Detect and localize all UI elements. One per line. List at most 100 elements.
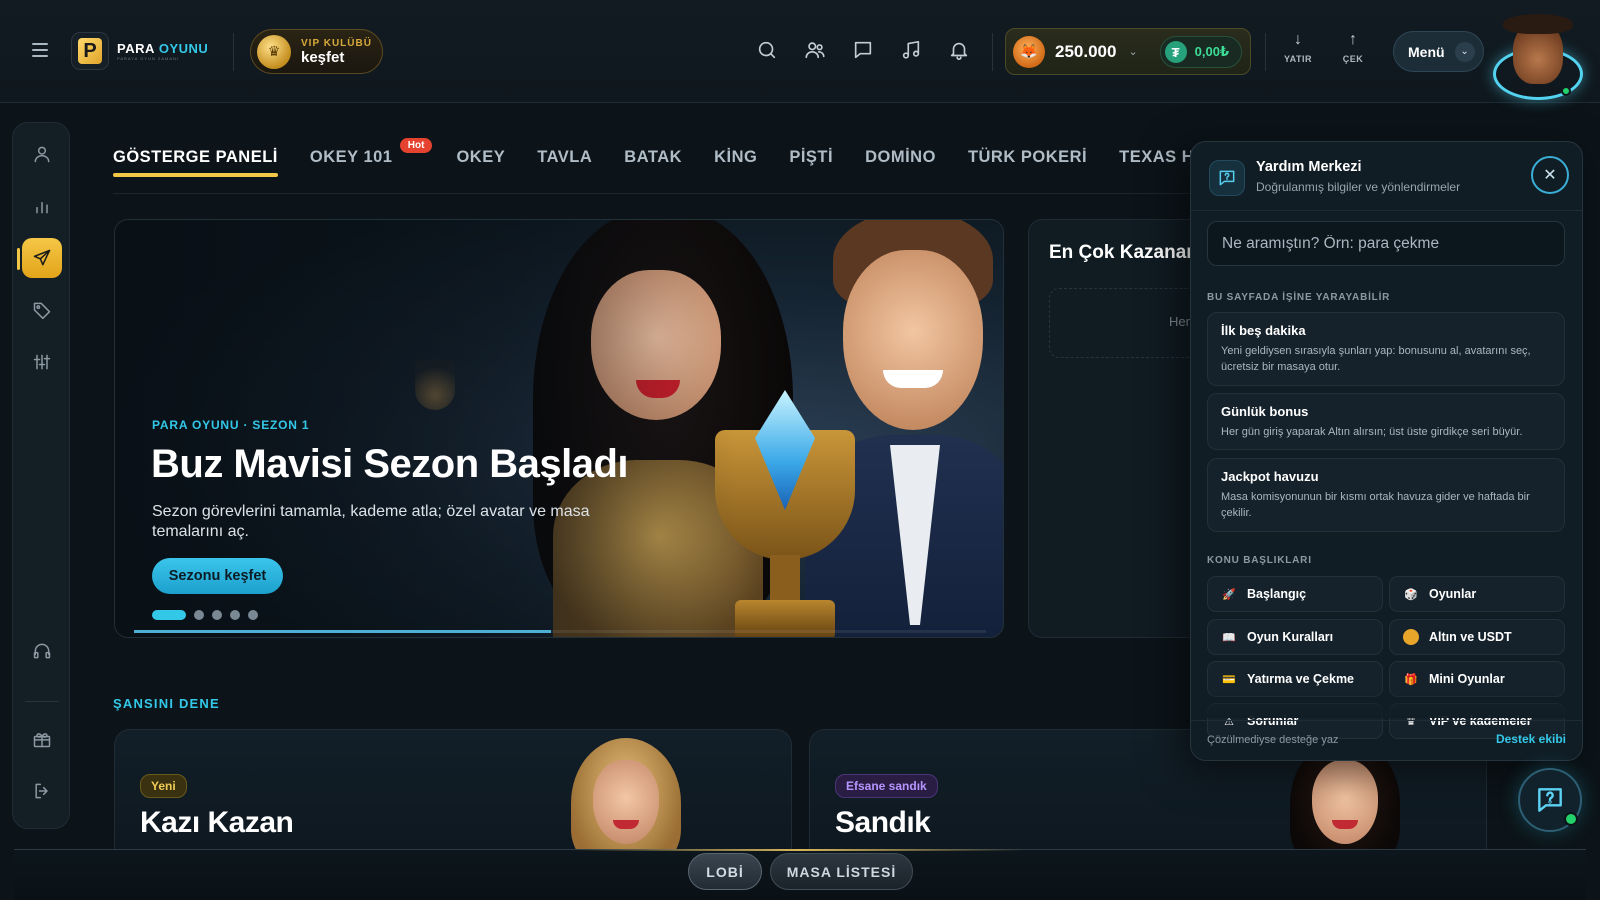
scratch-card-game-card[interactable]: Yeni Kazı Kazan	[114, 729, 792, 849]
sidebar-item-tags[interactable]	[22, 290, 62, 330]
explore-season-button[interactable]: Sezonu keşfet	[152, 558, 283, 594]
tip-card[interactable]: Günlük bonus Her gün giriş yaparak Altın…	[1207, 393, 1565, 450]
tab-batak[interactable]: BATAK	[624, 148, 682, 177]
blonde-woman-portrait	[571, 738, 681, 849]
crown-icon: ♛	[257, 34, 291, 69]
top-winners-title: En Çok Kazananlar	[1049, 242, 1198, 263]
tip-description: Masa komisyonunun bir kısmı ortak havuza…	[1221, 491, 1530, 519]
menu-button[interactable]: Menü ⌄	[1393, 31, 1484, 72]
coin-balance: 250.000	[1055, 41, 1117, 61]
carousel-dot[interactable]	[230, 610, 240, 620]
topic-game-rules[interactable]: 📖 Oyun Kuralları	[1207, 619, 1383, 655]
tip-description: Yeni geldiysen sırasıyla şunları yap: bo…	[1221, 345, 1531, 373]
help-search-input[interactable]	[1207, 221, 1565, 266]
header-divider	[233, 33, 234, 71]
brand-logo[interactable]: P PARA OYUNU PARAYA OYUN ZAMANI	[71, 32, 208, 70]
tip-title: Günlük bonus	[1221, 404, 1309, 419]
tip-title: Jackpot havuzu	[1221, 469, 1319, 484]
logout-icon	[35, 783, 48, 799]
legendary-chest-badge: Efsane sandık	[835, 774, 938, 798]
headphones-icon	[33, 643, 51, 659]
new-badge: Yeni	[140, 774, 187, 798]
withdraw-button[interactable]: ↑ ÇEK	[1331, 31, 1375, 65]
topic-getting-started[interactable]: 🚀 Başlangıç	[1207, 576, 1383, 612]
deposit-button[interactable]: ↓ YATIR	[1276, 32, 1320, 65]
tag-icon	[33, 302, 51, 320]
card-icon: 💳	[1222, 673, 1236, 686]
bell-icon[interactable]	[945, 36, 973, 64]
vip-club-action: keşfet	[301, 48, 345, 66]
sidebar-item-profile[interactable]	[22, 134, 62, 174]
sidebar-item-stats[interactable]	[22, 186, 62, 226]
sidebar-item-support[interactable]	[22, 631, 62, 671]
tab-okey-101[interactable]: OKEY 101 Hot	[310, 138, 433, 177]
support-team-link[interactable]: Destek ekibi	[1496, 732, 1566, 746]
help-center-panel: Yardım Merkezi Doğrulanmış bilgiler ve y…	[1190, 141, 1583, 761]
friends-icon[interactable]	[801, 36, 829, 64]
carousel-dot[interactable]	[152, 610, 186, 620]
hamburger-menu-icon[interactable]	[27, 37, 53, 63]
tab-okey[interactable]: OKEY	[456, 148, 505, 177]
carousel-progress	[134, 630, 986, 633]
usdt-balance[interactable]: ₮ 0,00₺	[1159, 36, 1242, 68]
bar-chart-icon	[36, 201, 48, 214]
hero-banner[interactable]: PARA OYUNU · SEZON 1 Buz Mavisi Sezon Ba…	[114, 219, 1004, 638]
help-chat-button[interactable]	[1518, 768, 1582, 832]
brand-name-part2: OYUNU	[158, 41, 209, 56]
help-title: Yardım Merkezi	[1256, 159, 1362, 175]
paper-plane-icon	[33, 249, 51, 266]
carousel-dots	[152, 610, 258, 620]
tab-king[interactable]: KİNG	[714, 148, 757, 177]
hot-badge: Hot	[399, 138, 433, 153]
gift-icon: 🎁	[1404, 673, 1418, 686]
help-chat-icon	[1538, 788, 1562, 812]
gift-icon	[33, 733, 51, 748]
sidebar-item-logout[interactable]	[22, 771, 62, 811]
lobby-button[interactable]: LOBİ	[688, 853, 762, 890]
hero-description: Sezon görevlerini tamamla, kademe atla; …	[152, 503, 590, 540]
online-status-indicator	[1564, 812, 1578, 826]
usdt-amount: 0,00₺	[1194, 44, 1229, 59]
tip-title: İlk beş dakika	[1221, 323, 1306, 338]
logo-mark-icon: P	[71, 32, 109, 70]
top-header: P PARA OYUNU PARAYA OYUN ZAMANI ♛ VIP KUL…	[0, 0, 1600, 103]
online-status-indicator	[1561, 86, 1571, 96]
table-list-button[interactable]: MASA LİSTESİ	[770, 853, 913, 890]
tab-pisti[interactable]: PİŞTİ	[789, 148, 833, 177]
tip-card[interactable]: Jackpot havuzu Masa komisyonunun bir kıs…	[1207, 458, 1565, 532]
hero-kicker: PARA OYUNU · SEZON 1	[152, 418, 310, 432]
topic-gold-usdt[interactable]: Altın ve USDT	[1389, 619, 1565, 655]
tab-dashboard[interactable]: GÖSTERGE PANELİ	[113, 148, 278, 177]
search-icon[interactable]	[753, 36, 781, 64]
chest-title: Sandık	[835, 806, 931, 839]
carousel-dot[interactable]	[212, 610, 222, 620]
vip-club-label: VIP KULÜBÜ	[301, 37, 372, 49]
scratch-card-title: Kazı Kazan	[140, 806, 294, 839]
arrow-up-icon: ↑	[1349, 31, 1357, 48]
tip-card[interactable]: İlk beş dakika Yeni geldiysen sırasıyla …	[1207, 312, 1565, 386]
vip-club-button[interactable]: ♛ VIP KULÜBÜ keşfet	[250, 29, 383, 74]
carousel-dot[interactable]	[248, 610, 258, 620]
tab-turk-pokeri[interactable]: TÜRK POKERİ	[968, 148, 1087, 177]
withdraw-label: ÇEK	[1342, 54, 1364, 64]
tab-domino[interactable]: DOMİNO	[865, 148, 936, 177]
close-icon[interactable]: ✕	[1531, 156, 1569, 194]
chat-icon[interactable]	[849, 36, 877, 64]
sidebar-divider	[25, 701, 59, 702]
section-title: ŞANSINI DENE	[113, 696, 220, 711]
carousel-dot[interactable]	[194, 610, 204, 620]
sidebar-item-send[interactable]	[17, 238, 62, 278]
music-icon[interactable]	[897, 36, 925, 64]
tip-description: Her gün giriş yaparak Altın alırsın; üst…	[1221, 426, 1523, 438]
tab-tavla[interactable]: TAVLA	[537, 148, 592, 177]
user-avatar[interactable]	[1491, 14, 1583, 100]
sidebar-item-gifts[interactable]	[22, 719, 62, 759]
tabs-divider	[113, 193, 1190, 194]
wallet-balance[interactable]: 🦊 250.000 ⌄ ₮ 0,00₺	[1005, 28, 1251, 75]
user-icon	[34, 146, 50, 163]
chevron-down-icon[interactable]: ⌄	[1128, 45, 1137, 58]
topic-games[interactable]: 🎲 Oyunlar	[1389, 576, 1565, 612]
sidebar-item-settings[interactable]	[22, 342, 62, 382]
left-sidebar	[12, 122, 70, 829]
top-winners-card: En Çok Kazananlar Henüz	[1028, 219, 1198, 638]
